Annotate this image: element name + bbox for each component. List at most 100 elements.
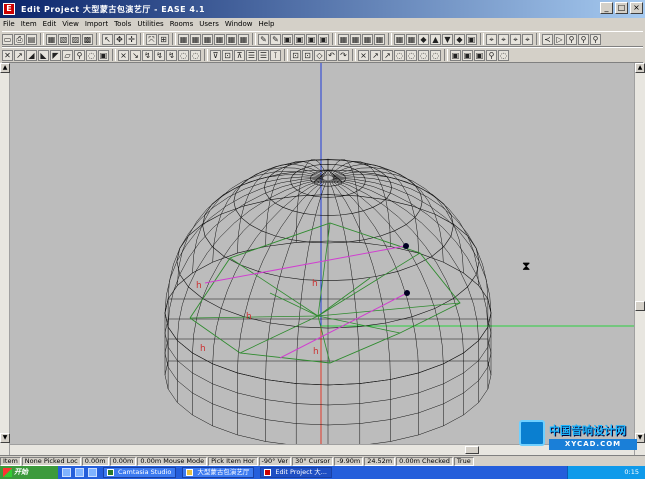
toolbar-tool-icon[interactable]: ↘ — [130, 49, 141, 61]
toolbar-tool-icon[interactable]: ☰ — [246, 49, 257, 61]
toolbar-tool-icon[interactable]: ◌ — [498, 49, 509, 61]
toolbar-tool-icon[interactable]: ✎ — [258, 33, 269, 45]
close-button[interactable]: × — [630, 2, 643, 14]
toolbar-tool-icon[interactable]: ▩ — [82, 33, 93, 45]
toolbar-tool-icon[interactable]: ▣ — [450, 49, 461, 61]
toolbar-tool-icon[interactable]: ▷ — [554, 33, 565, 45]
toolbar-tool-icon[interactable]: ◌ — [430, 49, 441, 61]
toolbar-tool-icon[interactable]: ⤧ — [146, 33, 157, 45]
toolbar-tool-icon[interactable]: ⊡ — [302, 49, 313, 61]
quicklaunch-media-icon[interactable] — [88, 468, 97, 477]
toolbar-tool-icon[interactable]: ◢ — [26, 49, 37, 61]
toolbar-tool-icon[interactable]: ▭ — [2, 33, 13, 45]
toolbar-tool-icon[interactable]: ↗ — [370, 49, 381, 61]
toolbar-tool-icon[interactable]: ⊡ — [290, 49, 301, 61]
3d-viewport[interactable]: h h h h h ⧗ — [10, 63, 634, 444]
toolbar-tool-icon[interactable]: ◇ — [314, 49, 325, 61]
toolbar-tool-icon[interactable]: ⊺ — [270, 49, 281, 61]
toolbar-tool-icon[interactable]: ▣ — [462, 49, 473, 61]
toolbar-tool-icon[interactable]: ▣ — [98, 49, 109, 61]
menu-window[interactable]: Window — [225, 20, 253, 28]
scroll-thumb[interactable] — [635, 301, 645, 311]
toolbar-tool-icon[interactable]: ▣ — [282, 33, 293, 45]
toolbar-tool-icon[interactable]: ✎ — [270, 33, 281, 45]
toolbar-tool-icon[interactable]: ▤ — [26, 33, 37, 45]
toolbar-tool-icon[interactable]: ◌ — [190, 49, 201, 61]
start-button[interactable]: 开始 — [0, 466, 58, 479]
toolbar-tool-icon[interactable]: ⊞ — [158, 33, 169, 45]
toolbar-tool-icon[interactable]: ▦ — [202, 33, 213, 45]
app-icon[interactable]: E — [3, 3, 15, 15]
toolbar-tool-icon[interactable]: ▨ — [70, 33, 81, 45]
toolbar-tool-icon[interactable]: ⌖ — [498, 33, 509, 45]
toolbar-tool-icon[interactable]: ▣ — [306, 33, 317, 45]
scroll-down-arrow-icon[interactable]: ▼ — [0, 433, 10, 443]
task-edit-project[interactable]: Edit Project 大... — [260, 467, 333, 478]
scroll-up-arrow-icon[interactable]: ▲ — [0, 63, 10, 73]
right-scrollbar[interactable]: ▲ ▼ — [634, 63, 645, 455]
task-camtasia[interactable]: Camtasia Studio — [103, 467, 177, 478]
toolbar-tool-icon[interactable]: ▦ — [226, 33, 237, 45]
toolbar-tool-icon[interactable]: ↶ — [326, 49, 337, 61]
toolbar-tool-icon[interactable]: ↗ — [14, 49, 25, 61]
toolbar-tool-icon[interactable]: ↷ — [338, 49, 349, 61]
menu-utilities[interactable]: Utilities — [137, 20, 163, 28]
toolbar-tool-icon[interactable]: ⌖ — [486, 33, 497, 45]
toolbar-tool-icon[interactable]: ▱ — [62, 49, 73, 61]
toolbar-tool-icon[interactable]: ⊽ — [210, 49, 221, 61]
toolbar-tool-icon[interactable]: ▦ — [178, 33, 189, 45]
toolbar-tool-icon[interactable]: ▣ — [474, 49, 485, 61]
quicklaunch-ie-icon[interactable] — [62, 468, 71, 477]
menu-tools[interactable]: Tools — [114, 20, 131, 28]
toolbar-tool-icon[interactable]: ▼ — [442, 33, 453, 45]
toolbar-tool-icon[interactable]: ⌖ — [510, 33, 521, 45]
toolbar-tool-icon[interactable]: ◌ — [418, 49, 429, 61]
toolbar-tool-icon[interactable]: ☰ — [258, 49, 269, 61]
toolbar-tool-icon[interactable]: ⊼ — [234, 49, 245, 61]
toolbar-tool-icon[interactable]: ◌ — [406, 49, 417, 61]
toolbar-tool-icon[interactable]: ▧ — [58, 33, 69, 45]
menu-file[interactable]: File — [3, 20, 15, 28]
toolbar-tool-icon[interactable]: ↯ — [154, 49, 165, 61]
toolbar-tool-icon[interactable]: ▦ — [238, 33, 249, 45]
left-scrollbar[interactable]: ▲ ▼ — [0, 63, 10, 455]
toolbar-tool-icon[interactable]: ⚲ — [486, 49, 497, 61]
toolbar-tool-icon[interactable]: ▦ — [190, 33, 201, 45]
toolbar-tool-icon[interactable]: ⚲ — [578, 33, 589, 45]
toolbar-tool-icon[interactable]: ▦ — [374, 33, 385, 45]
menu-users[interactable]: Users — [199, 20, 219, 28]
menu-rooms[interactable]: Rooms — [170, 20, 194, 28]
toolbar-tool-icon[interactable]: ◌ — [394, 49, 405, 61]
toolbar-tool-icon[interactable]: ⨯ — [358, 49, 369, 61]
toolbar-tool-icon[interactable]: ▣ — [294, 33, 305, 45]
scroll-thumb[interactable] — [465, 446, 479, 454]
toolbar-tool-icon[interactable]: ▲ — [430, 33, 441, 45]
toolbar-tool-icon[interactable]: ◌ — [86, 49, 97, 61]
menu-import[interactable]: Import — [85, 20, 108, 28]
menu-edit[interactable]: Edit — [43, 20, 57, 28]
toolbar-tool-icon[interactable]: ⎙ — [14, 33, 25, 45]
toolbar-tool-icon[interactable]: ↗ — [382, 49, 393, 61]
toolbar-tool-icon[interactable]: ≺ — [542, 33, 553, 45]
menu-item[interactable]: Item — [21, 20, 37, 28]
toolbar-tool-icon[interactable]: ⌖ — [522, 33, 533, 45]
toolbar-tool-icon[interactable]: ↯ — [166, 49, 177, 61]
minimize-button[interactable]: _ — [600, 2, 613, 14]
toolbar-tool-icon[interactable]: ↖ — [102, 33, 113, 45]
toolbar-tool-icon[interactable]: ▦ — [350, 33, 361, 45]
toolbar-tool-icon[interactable]: ▦ — [214, 33, 225, 45]
toolbar-tool-icon[interactable]: ✥ — [114, 33, 125, 45]
toolbar-tool-icon[interactable]: ⊡ — [222, 49, 233, 61]
menu-view[interactable]: View — [62, 20, 79, 28]
toolbar-tool-icon[interactable]: ▦ — [394, 33, 405, 45]
toolbar-tool-icon[interactable]: ◣ — [38, 49, 49, 61]
toolbar-tool-icon[interactable]: ✕ — [2, 49, 13, 61]
toolbar-tool-icon[interactable]: ⚲ — [590, 33, 601, 45]
toolbar-tool-icon[interactable]: ▦ — [338, 33, 349, 45]
toolbar-tool-icon[interactable]: ⚲ — [74, 49, 85, 61]
maximize-button[interactable]: □ — [615, 2, 628, 14]
scroll-up-arrow-icon[interactable]: ▲ — [635, 63, 645, 73]
toolbar-tool-icon[interactable]: ◆ — [454, 33, 465, 45]
toolbar-tool-icon[interactable]: ▣ — [318, 33, 329, 45]
toolbar-tool-icon[interactable]: ⨯ — [118, 49, 129, 61]
